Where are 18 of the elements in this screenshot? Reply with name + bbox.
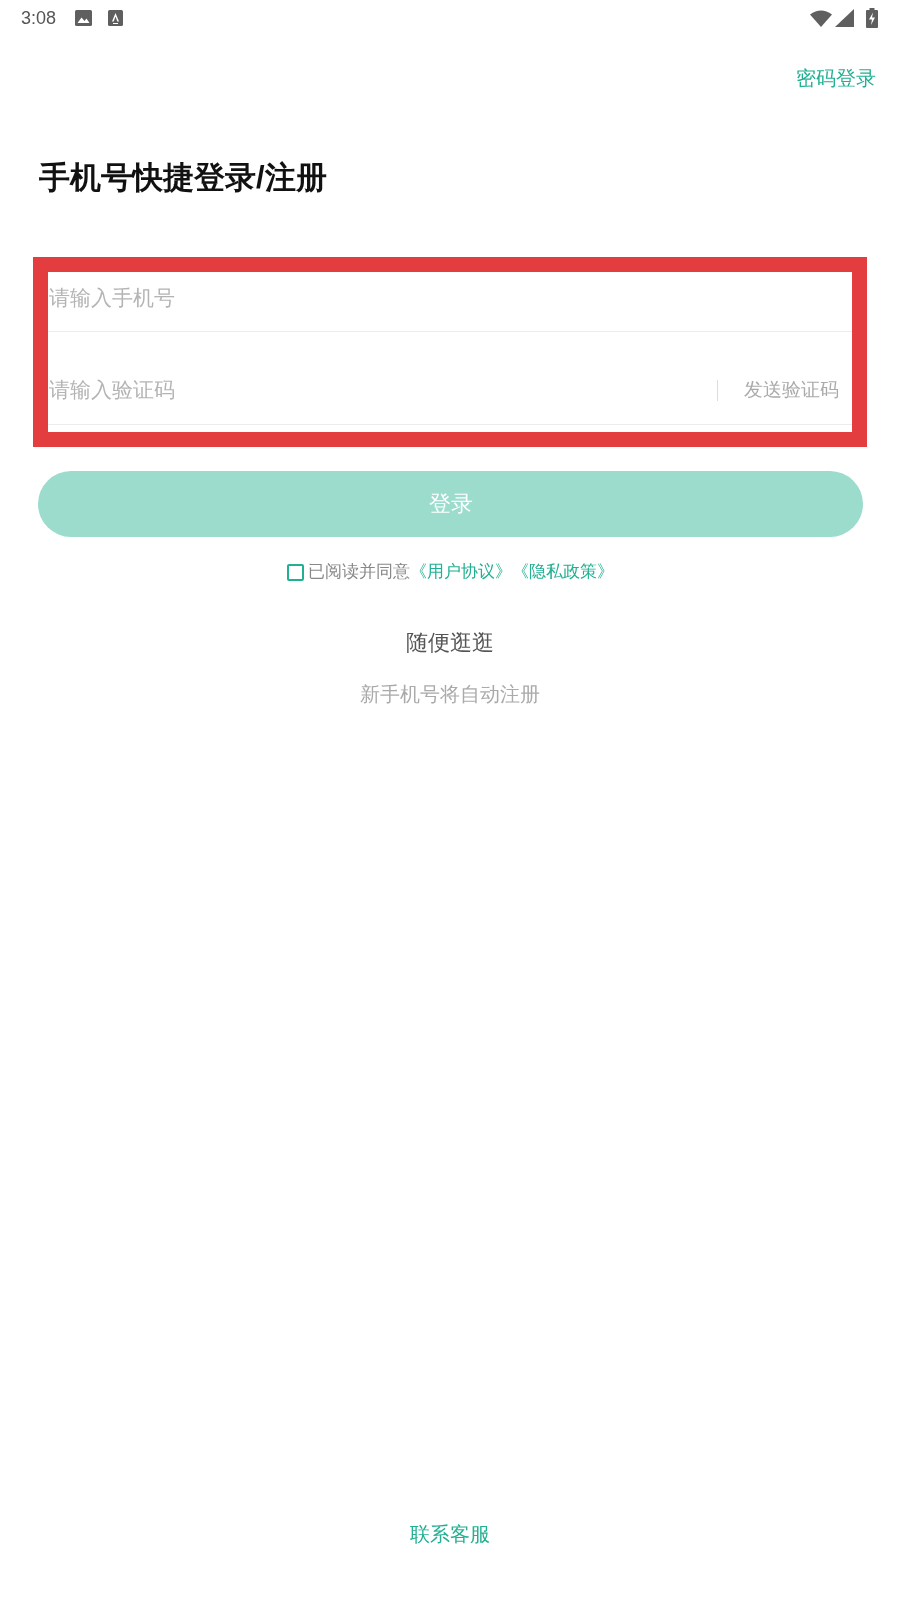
image-icon [75, 10, 93, 26]
auto-register-hint: 新手机号将自动注册 [360, 682, 540, 707]
signal-icon [835, 9, 854, 27]
phone-input[interactable]: 请输入手机号 [48, 275, 852, 320]
agreement-checkbox[interactable] [286, 563, 304, 581]
wifi-icon [810, 9, 832, 27]
battery-icon [866, 8, 878, 28]
policy-link[interactable]: 《隐私政策》 [511, 560, 614, 584]
send-code-button[interactable]: 发送验证码 [744, 376, 839, 404]
page-title: 手机号快捷登录/注册 [39, 159, 327, 197]
status-time: 3:08 [21, 7, 57, 29]
contact-support-link[interactable]: 联系客服 [410, 1520, 490, 1548]
agreement-text: 已阅读并同意 [307, 561, 410, 583]
code-input[interactable]: 请输入验证码 [48, 368, 717, 412]
browse-link[interactable]: 随便逛逛 [406, 628, 494, 658]
notification-icon [108, 10, 124, 26]
policy-link[interactable]: 《用户协议》 [409, 560, 512, 584]
password-login-link[interactable]: 密码登录 [796, 64, 876, 92]
